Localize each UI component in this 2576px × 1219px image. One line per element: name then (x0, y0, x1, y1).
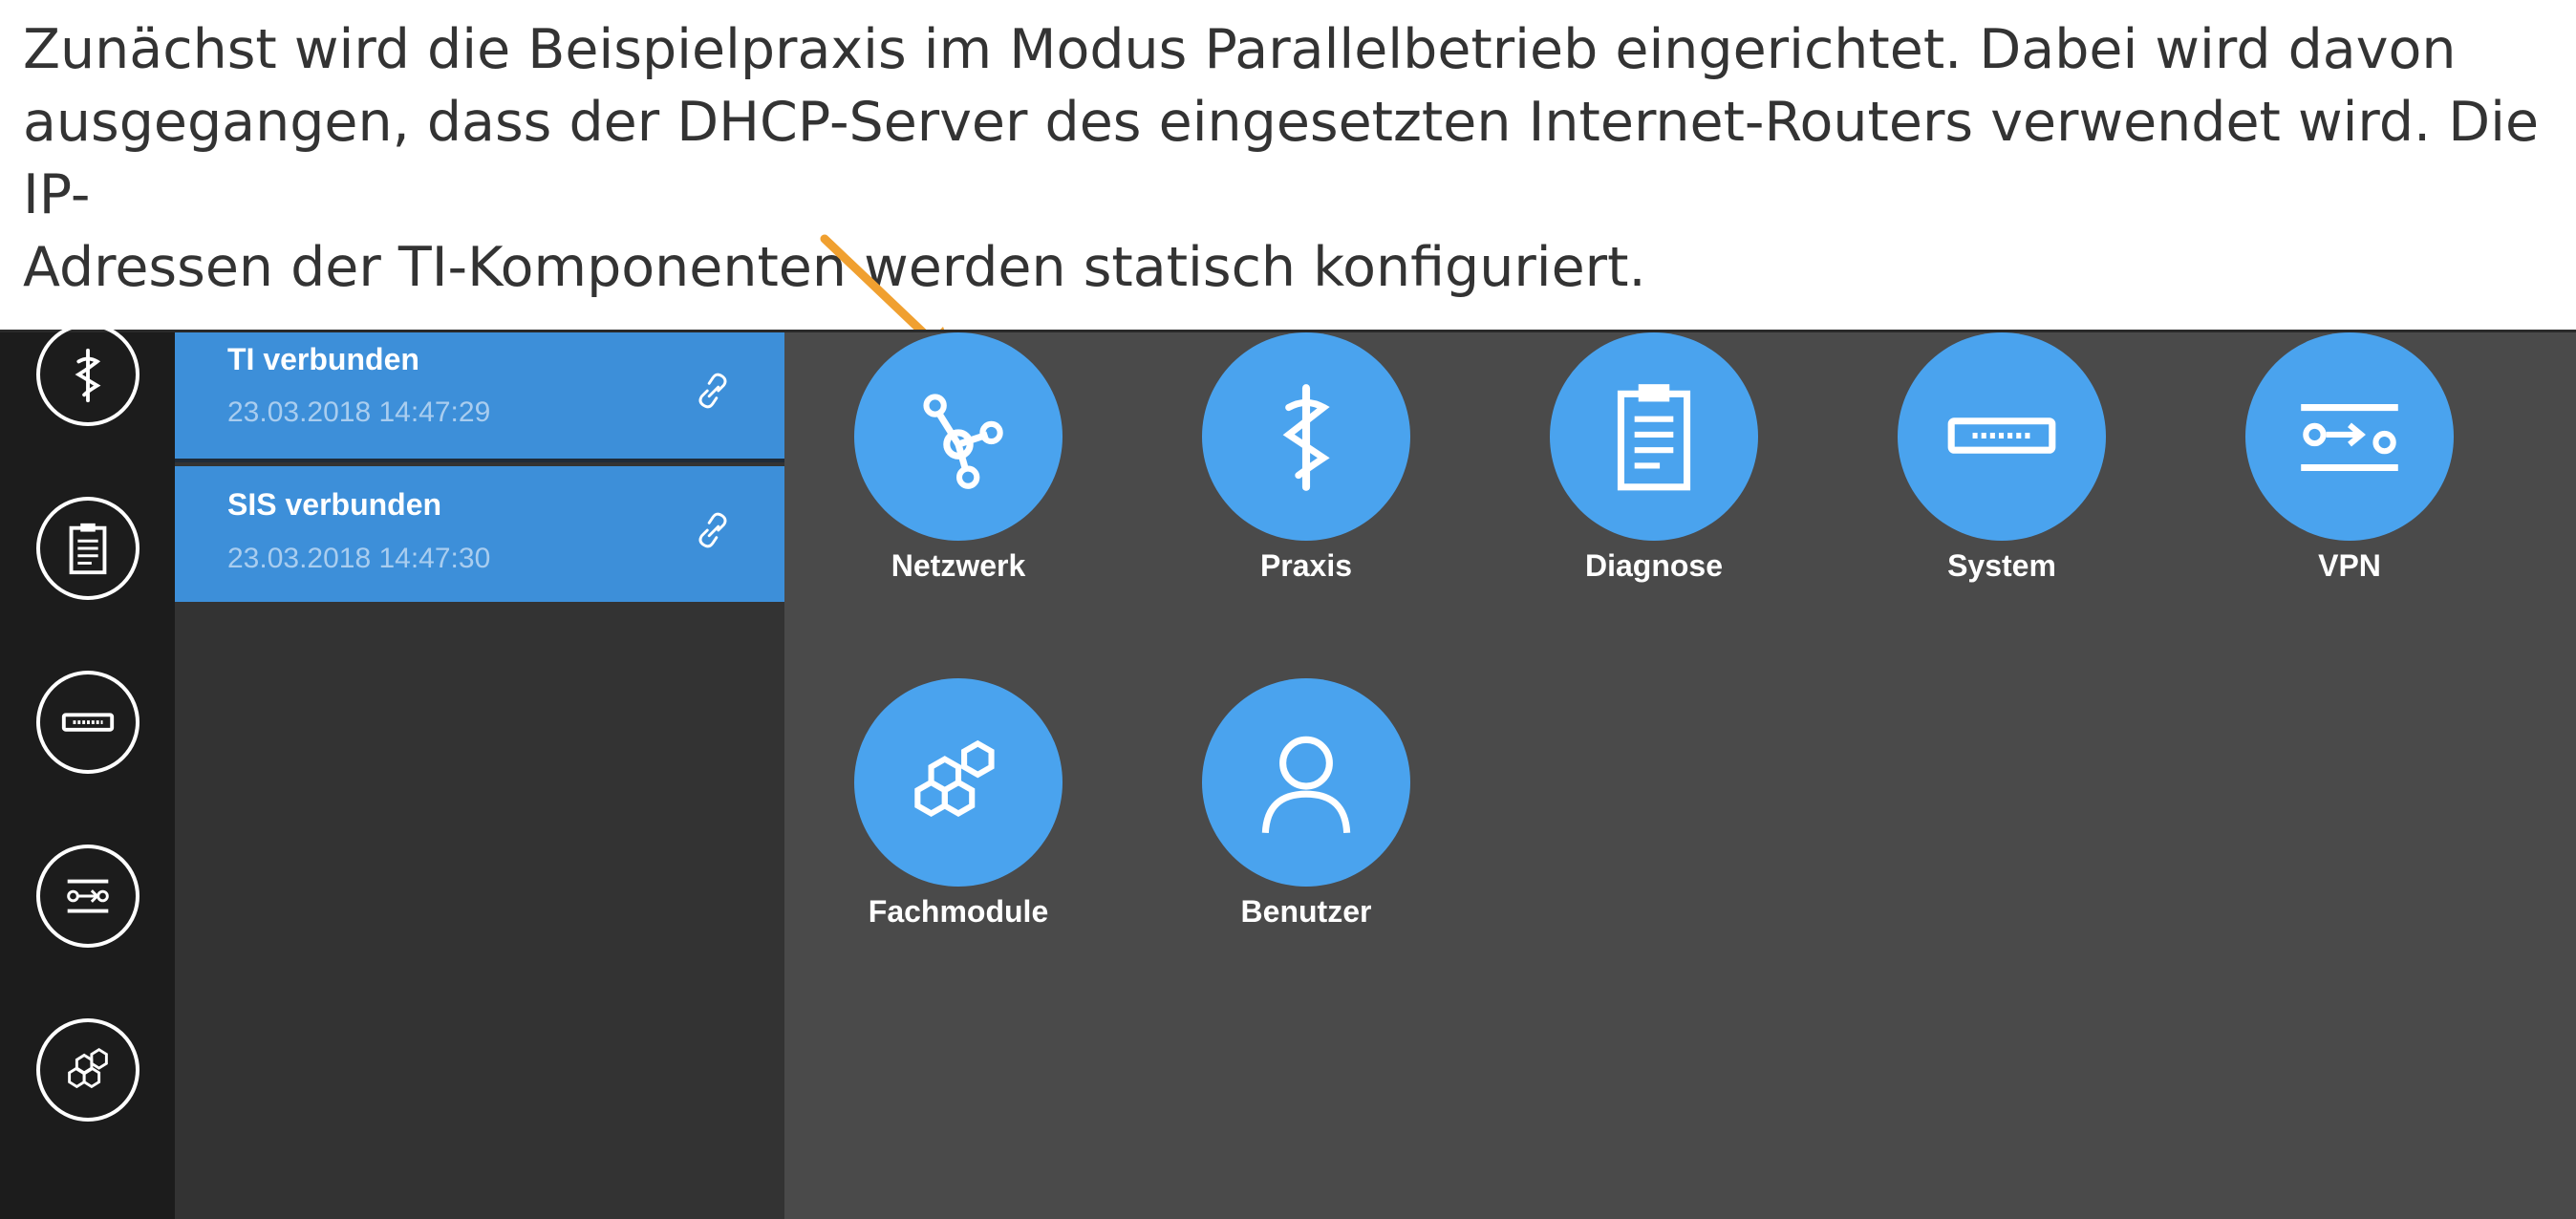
tile-label: System (1947, 548, 2056, 583)
tile-circle (1202, 678, 1410, 887)
tile-circle (2245, 332, 2454, 541)
tile-circle (1202, 332, 1410, 541)
tile-system[interactable]: System (1887, 332, 2116, 584)
caduceus-icon (1282, 384, 1330, 491)
caption-line-2: ausgegangen, dass der DHCP-Server des ei… (23, 91, 2540, 226)
rail-system-button[interactable] (36, 671, 140, 774)
tile-benutzer[interactable]: Benutzer (1191, 678, 1421, 930)
tile-circle (1550, 332, 1758, 541)
caption-line-3: Adressen der TI-Komponenten werden stati… (23, 236, 1646, 299)
rail-vpn-button[interactable] (36, 845, 140, 948)
tile-label: VPN (2318, 548, 2381, 583)
vpn-switch-icon (2301, 403, 2398, 472)
tile-netzwerk[interactable]: Netzwerk (844, 332, 1073, 584)
link-icon (698, 373, 727, 409)
status-timestamp: 23.03.2018 14:47:30 (227, 543, 491, 574)
device-icon (61, 713, 115, 732)
rail-fachmodule-button[interactable] (36, 1018, 140, 1122)
caption-line-1: Zunächst wird die Beispielpraxis im Modu… (23, 18, 2457, 81)
tile-circle (854, 332, 1063, 541)
vpn-switch-icon (67, 879, 109, 913)
caption-text: Zunächst wird die Beispielpraxis im Modu… (23, 13, 2545, 304)
status-timestamp: 23.03.2018 14:47:29 (227, 396, 491, 428)
tile-fachmodule[interactable]: Fachmodule (844, 678, 1073, 930)
icon-rail (0, 323, 175, 1219)
app-screen: TI verbunden 23.03.2018 14:47:29 SIS ver… (0, 323, 2576, 1219)
tile-label: Diagnose (1584, 548, 1724, 583)
status-panel: TI verbunden 23.03.2018 14:47:29 SIS ver… (175, 332, 784, 1219)
status-item-ti[interactable]: TI verbunden 23.03.2018 14:47:29 (175, 332, 784, 462)
rail-caduceus-button[interactable] (36, 323, 140, 426)
tile-label: Netzwerk (891, 548, 1026, 583)
status-title: SIS verbunden (227, 487, 442, 522)
tile-diagnose[interactable]: Diagnose (1539, 332, 1769, 584)
status-item-sis[interactable]: SIS verbunden 23.03.2018 14:47:30 (175, 466, 784, 602)
network-icon (923, 394, 1003, 489)
tile-praxis[interactable]: Praxis (1191, 332, 1421, 584)
tile-circle (854, 678, 1063, 887)
user-icon (1261, 736, 1351, 834)
clipboard-icon (1617, 384, 1691, 491)
tile-vpn[interactable]: VPN (2235, 332, 2464, 584)
tile-circle (1898, 332, 2106, 541)
device-icon (1947, 417, 2056, 454)
rail-diagnose-button[interactable] (36, 497, 140, 600)
tile-label: Fachmodule (868, 894, 1049, 929)
link-icon (698, 512, 727, 548)
tile-label: Benutzer (1240, 894, 1372, 929)
status-title: TI verbunden (227, 342, 419, 376)
caduceus-icon (75, 348, 101, 403)
clipboard-icon (69, 523, 107, 575)
hexagons-icon (68, 1047, 108, 1089)
tile-label: Praxis (1259, 548, 1353, 583)
hexagons-icon (914, 739, 995, 818)
